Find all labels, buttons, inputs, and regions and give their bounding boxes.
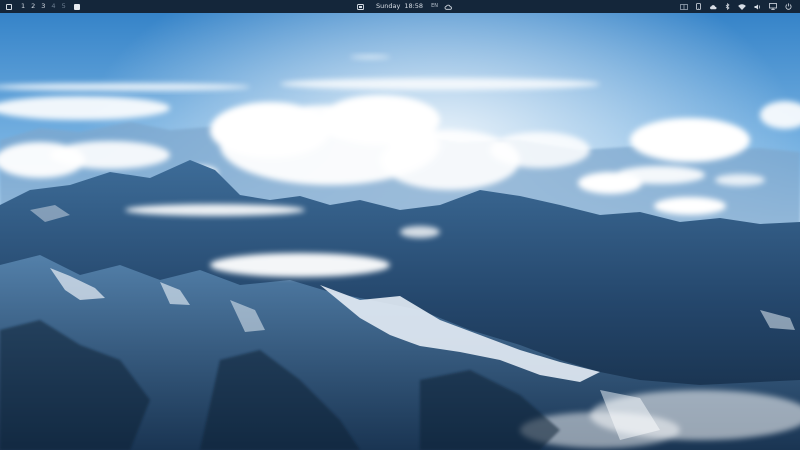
cloud-sync-icon[interactable] xyxy=(709,4,717,10)
workspace-2[interactable]: 2 xyxy=(31,0,35,13)
weather-cloud-icon[interactable] xyxy=(444,4,452,10)
workspace-4[interactable]: 4 xyxy=(51,0,55,13)
volume-icon[interactable] xyxy=(754,4,761,10)
display-icon[interactable] xyxy=(769,3,777,10)
clock-day: Sunday xyxy=(376,2,401,10)
bluetooth-icon[interactable] xyxy=(725,3,730,10)
clock-area[interactable]: Sunday 18:58 EN xyxy=(357,0,452,13)
workspace-5[interactable]: 5 xyxy=(62,0,66,13)
system-tray xyxy=(672,0,792,13)
phone-icon[interactable] xyxy=(696,3,701,10)
top-panel: 1 2 3 4 5 Sunday 18:58 EN xyxy=(0,0,800,13)
workspace-switcher: 1 2 3 4 5 xyxy=(6,0,80,13)
active-workspace-indicator-icon[interactable] xyxy=(73,3,80,10)
keyboard-language[interactable]: EN xyxy=(431,0,438,13)
clock-time: 18:58 xyxy=(404,2,424,10)
window-layout-icon[interactable] xyxy=(680,3,688,10)
screen-record-icon[interactable] xyxy=(357,3,364,10)
app-launcher-icon[interactable] xyxy=(6,3,12,10)
workspace-3[interactable]: 3 xyxy=(41,0,45,13)
desktop-wallpaper xyxy=(0,0,800,450)
wifi-icon[interactable] xyxy=(738,3,746,10)
power-icon[interactable] xyxy=(785,3,792,10)
workspace-1[interactable]: 1 xyxy=(21,0,25,13)
